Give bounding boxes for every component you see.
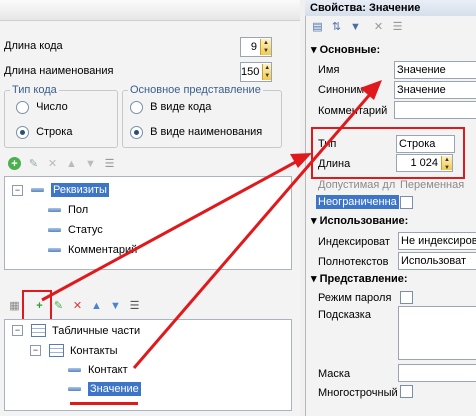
arrow-to-type [41,156,304,302]
arrow-head-name [360,80,382,100]
annotation-arrows [41,80,382,369]
